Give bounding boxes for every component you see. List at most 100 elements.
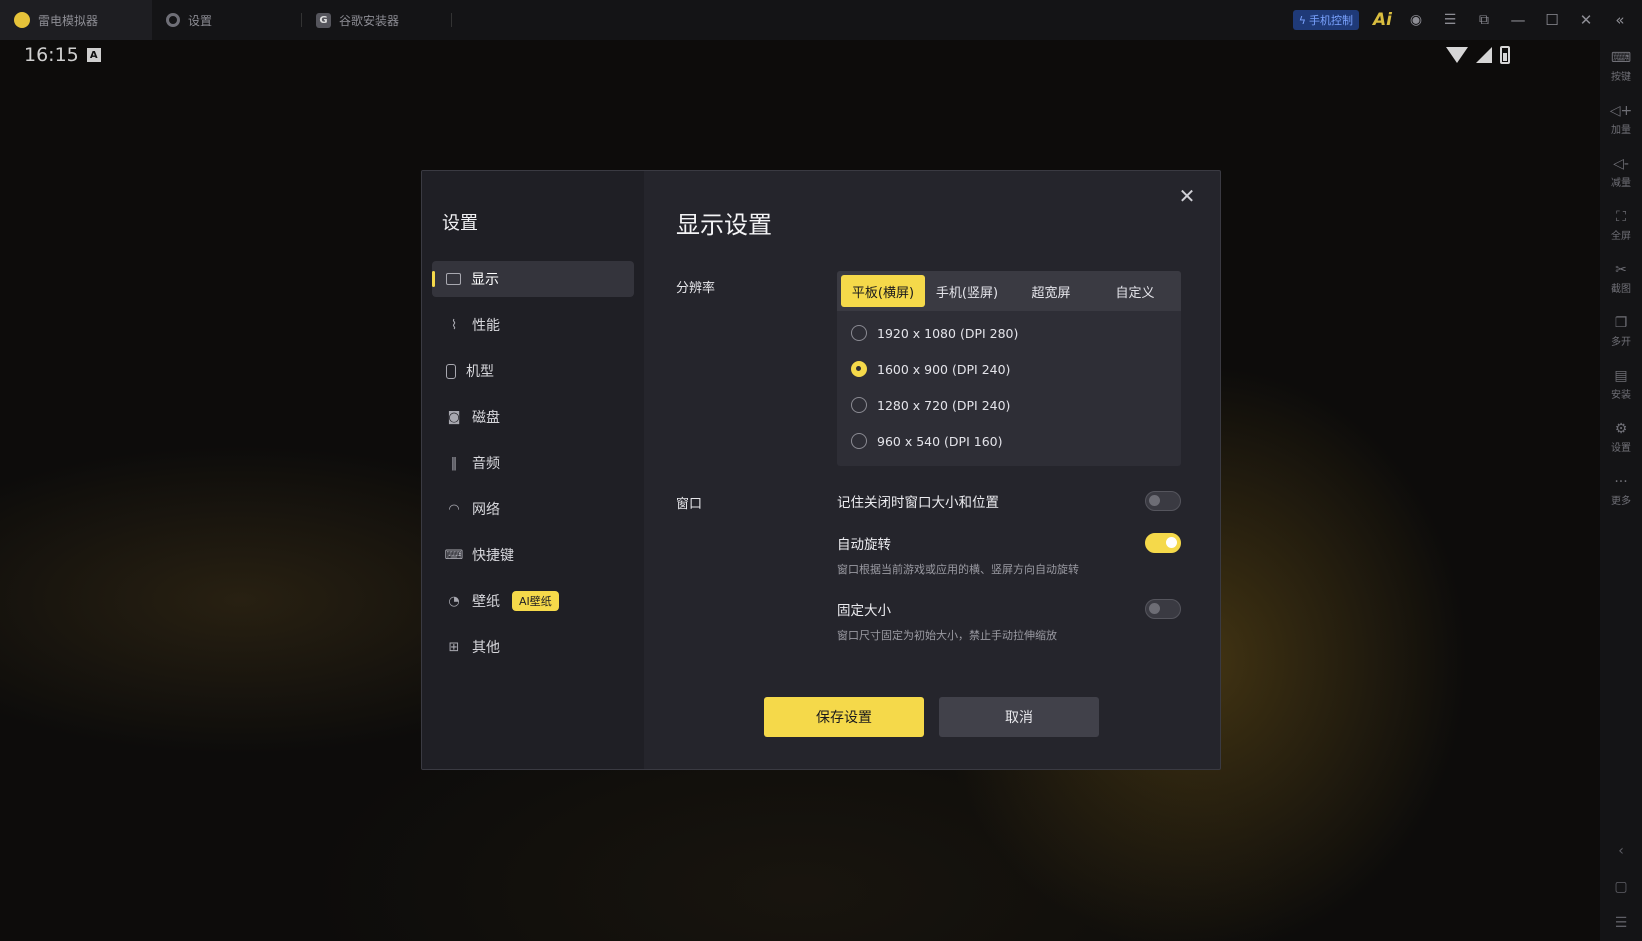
minimize-icon[interactable]: — (1508, 10, 1528, 30)
page-title: 显示设置 (676, 211, 772, 239)
toolbar-label: 安装 (1611, 389, 1631, 401)
resolution-option-1920[interactable]: 1920 x 1080 (DPI 280) (837, 315, 1181, 351)
toolbar-label: 多开 (1611, 336, 1631, 348)
save-button[interactable]: 保存设置 (764, 697, 924, 737)
window-label: 窗口 (676, 497, 703, 512)
radio-button[interactable] (851, 433, 867, 449)
tab-tablet-landscape[interactable]: 平板(横屏) (841, 275, 925, 307)
sidebar-item-model[interactable]: 机型 (432, 353, 634, 389)
resolution-option-1600[interactable]: 1600 x 900 (DPI 240) (837, 351, 1181, 387)
resolution-option-1280[interactable]: 1280 x 720 (DPI 240) (837, 387, 1181, 423)
grid-icon: ⊞ (448, 639, 460, 655)
tab-google-installer[interactable]: G 谷歌安装器 (302, 0, 452, 40)
resolution-panel: 平板(横屏) 手机(竖屏) 超宽屏 自定义 1920 x 1080 (DPI 2… (837, 271, 1181, 466)
toolbar-screenshot[interactable]: ✂ 截图 (1600, 252, 1642, 305)
fixed-size-toggle[interactable] (1145, 599, 1181, 619)
remember-window-label: 记住关闭时窗口大小和位置 (837, 495, 999, 511)
toolbar-label: 全屏 (1611, 230, 1631, 242)
back-icon[interactable]: ‹ (1618, 843, 1624, 859)
auto-rotate-row: 自动旋转 窗口根据当前游戏或应用的横、竖屏方向自动旋转 (837, 533, 1181, 577)
sidebar-item-wallpaper[interactable]: ◔ 壁纸 AI壁纸 (432, 583, 634, 619)
fullscreen-icon: ⛶ (1616, 208, 1626, 225)
wifi-icon: ◠ (448, 501, 460, 517)
sidebar-item-label: 显示 (471, 272, 499, 288)
install-icon: ▤ (1614, 367, 1628, 384)
tab-ld-emulator[interactable]: 雷电模拟器 (0, 0, 152, 40)
sidebar-item-other[interactable]: ⊞ 其他 (432, 629, 634, 665)
popout-icon[interactable]: ⧉ (1474, 10, 1494, 30)
titlebar-controls: ϟ 手机控制 Ai ◉ ☰ ⧉ — ☐ ✕ « (1292, 0, 1642, 40)
toolbar-label: 截图 (1611, 283, 1631, 295)
toolbar-fullscreen[interactable]: ⛶ 全屏 (1600, 199, 1642, 252)
fixed-size-label: 固定大小 (837, 603, 891, 619)
tab-settings[interactable]: 设置 (152, 0, 302, 40)
sidebar-item-label: 其他 (472, 640, 500, 656)
notification-a-icon: A (86, 48, 101, 62)
auto-rotate-toggle[interactable] (1145, 533, 1181, 553)
resolution-option-960[interactable]: 960 x 540 (DPI 160) (837, 423, 1181, 459)
phone-control-button[interactable]: ϟ 手机控制 (1292, 10, 1360, 30)
sidebar-item-audio[interactable]: ‖ 音频 (432, 445, 634, 481)
close-icon[interactable]: ✕ (1176, 184, 1198, 208)
radio-button-selected[interactable] (851, 361, 867, 377)
toolbar-label: 加量 (1611, 124, 1631, 136)
volume-down-icon: ◁- (1613, 155, 1629, 172)
radio-button[interactable] (851, 325, 867, 341)
ai-wallpaper-badge: AI壁纸 (512, 591, 559, 611)
toolbar-settings[interactable]: ⚙ 设置 (1600, 411, 1642, 464)
collapse-sidebar-icon[interactable]: « (1610, 10, 1630, 30)
toolbar-label: 更多 (1611, 495, 1631, 507)
g-logo-icon: G (316, 12, 331, 28)
settings-content: ✕ 显示设置 分辨率 平板(横屏) 手机(竖屏) 超宽屏 自定义 1920 x … (644, 171, 1220, 769)
tab-custom[interactable]: 自定义 (1093, 275, 1177, 307)
remember-window-row: 记住关闭时窗口大小和位置 (837, 491, 1181, 511)
toolbar-more[interactable]: ··· 更多 (1600, 464, 1642, 517)
remember-window-toggle[interactable] (1145, 491, 1181, 511)
toolbar-install[interactable]: ▤ 安装 (1600, 358, 1642, 411)
sidebar-item-performance[interactable]: ⌇ 性能 (432, 307, 634, 343)
ai-button[interactable]: Ai (1373, 10, 1392, 30)
sidebar-item-shortcuts[interactable]: ⌨ 快捷键 (432, 537, 634, 573)
palette-icon: ◔ (448, 593, 460, 609)
sidebar-item-display[interactable]: 显示 (432, 261, 634, 297)
settings-sidebar: 设置 显示 ⌇ 性能 机型 ◙ 磁盘 ‖ 音频 ◠ 网络 ⌨ 快捷键 ◔ 壁纸 … (422, 171, 644, 769)
sidebar-item-network[interactable]: ◠ 网络 (432, 491, 634, 527)
fixed-size-row: 固定大小 窗口尺寸固定为初始大小，禁止手动拉伸缩放 (837, 599, 1181, 643)
fixed-size-desc: 窗口尺寸固定为初始大小，禁止手动拉伸缩放 (837, 629, 1057, 642)
sidebar-item-label: 快捷键 (472, 548, 514, 564)
keyboard-icon: ⌨ (1610, 49, 1632, 66)
resolution-label: 分辨率 (676, 281, 716, 296)
gear-icon (166, 13, 180, 27)
sidebar-title: 设置 (442, 213, 478, 234)
toolbar-volume-down[interactable]: ◁- 减量 (1600, 146, 1642, 199)
tab-ultrawide[interactable]: 超宽屏 (1009, 275, 1093, 307)
status-icons (1446, 46, 1510, 64)
close-window-icon[interactable]: ✕ (1576, 10, 1596, 30)
signal-icon (1476, 47, 1492, 63)
settings-dialog: 设置 显示 ⌇ 性能 机型 ◙ 磁盘 ‖ 音频 ◠ 网络 ⌨ 快捷键 ◔ 壁纸 … (421, 170, 1221, 770)
tab-phone-portrait[interactable]: 手机(竖屏) (925, 275, 1009, 307)
maximize-icon[interactable]: ☐ (1542, 10, 1562, 30)
sidebar-item-label: 网络 (472, 502, 500, 518)
toolbar-volume-up[interactable]: ◁+ 加量 (1600, 93, 1642, 146)
sidebar-item-label: 性能 (472, 318, 500, 334)
toolbar-label: 减量 (1611, 177, 1631, 189)
monitor-icon (446, 273, 461, 285)
clock: 16:15 (24, 44, 79, 66)
disk-icon: ◙ (447, 409, 461, 425)
menu-icon[interactable]: ☰ (1440, 10, 1460, 30)
account-icon[interactable]: ◉ (1406, 10, 1426, 30)
toolbar-keymap[interactable]: ⌨ 按键 (1600, 40, 1642, 93)
cancel-button[interactable]: 取消 (939, 697, 1099, 737)
sidebar-item-label: 壁纸 (472, 594, 500, 610)
home-icon[interactable]: ▢ (1614, 879, 1627, 895)
volume-up-icon: ◁+ (1609, 102, 1633, 119)
resolution-option-label: 960 x 540 (DPI 160) (877, 433, 1003, 449)
battery-icon (1500, 46, 1510, 64)
radio-button[interactable] (851, 397, 867, 413)
resolution-option-label: 1920 x 1080 (DPI 280) (877, 325, 1019, 341)
sidebar-item-disk[interactable]: ◙ 磁盘 (432, 399, 634, 435)
recents-icon[interactable]: ☰ (1615, 915, 1628, 931)
phone-control-label: 手机控制 (1309, 14, 1354, 27)
toolbar-multi-instance[interactable]: ❐ 多开 (1600, 305, 1642, 358)
